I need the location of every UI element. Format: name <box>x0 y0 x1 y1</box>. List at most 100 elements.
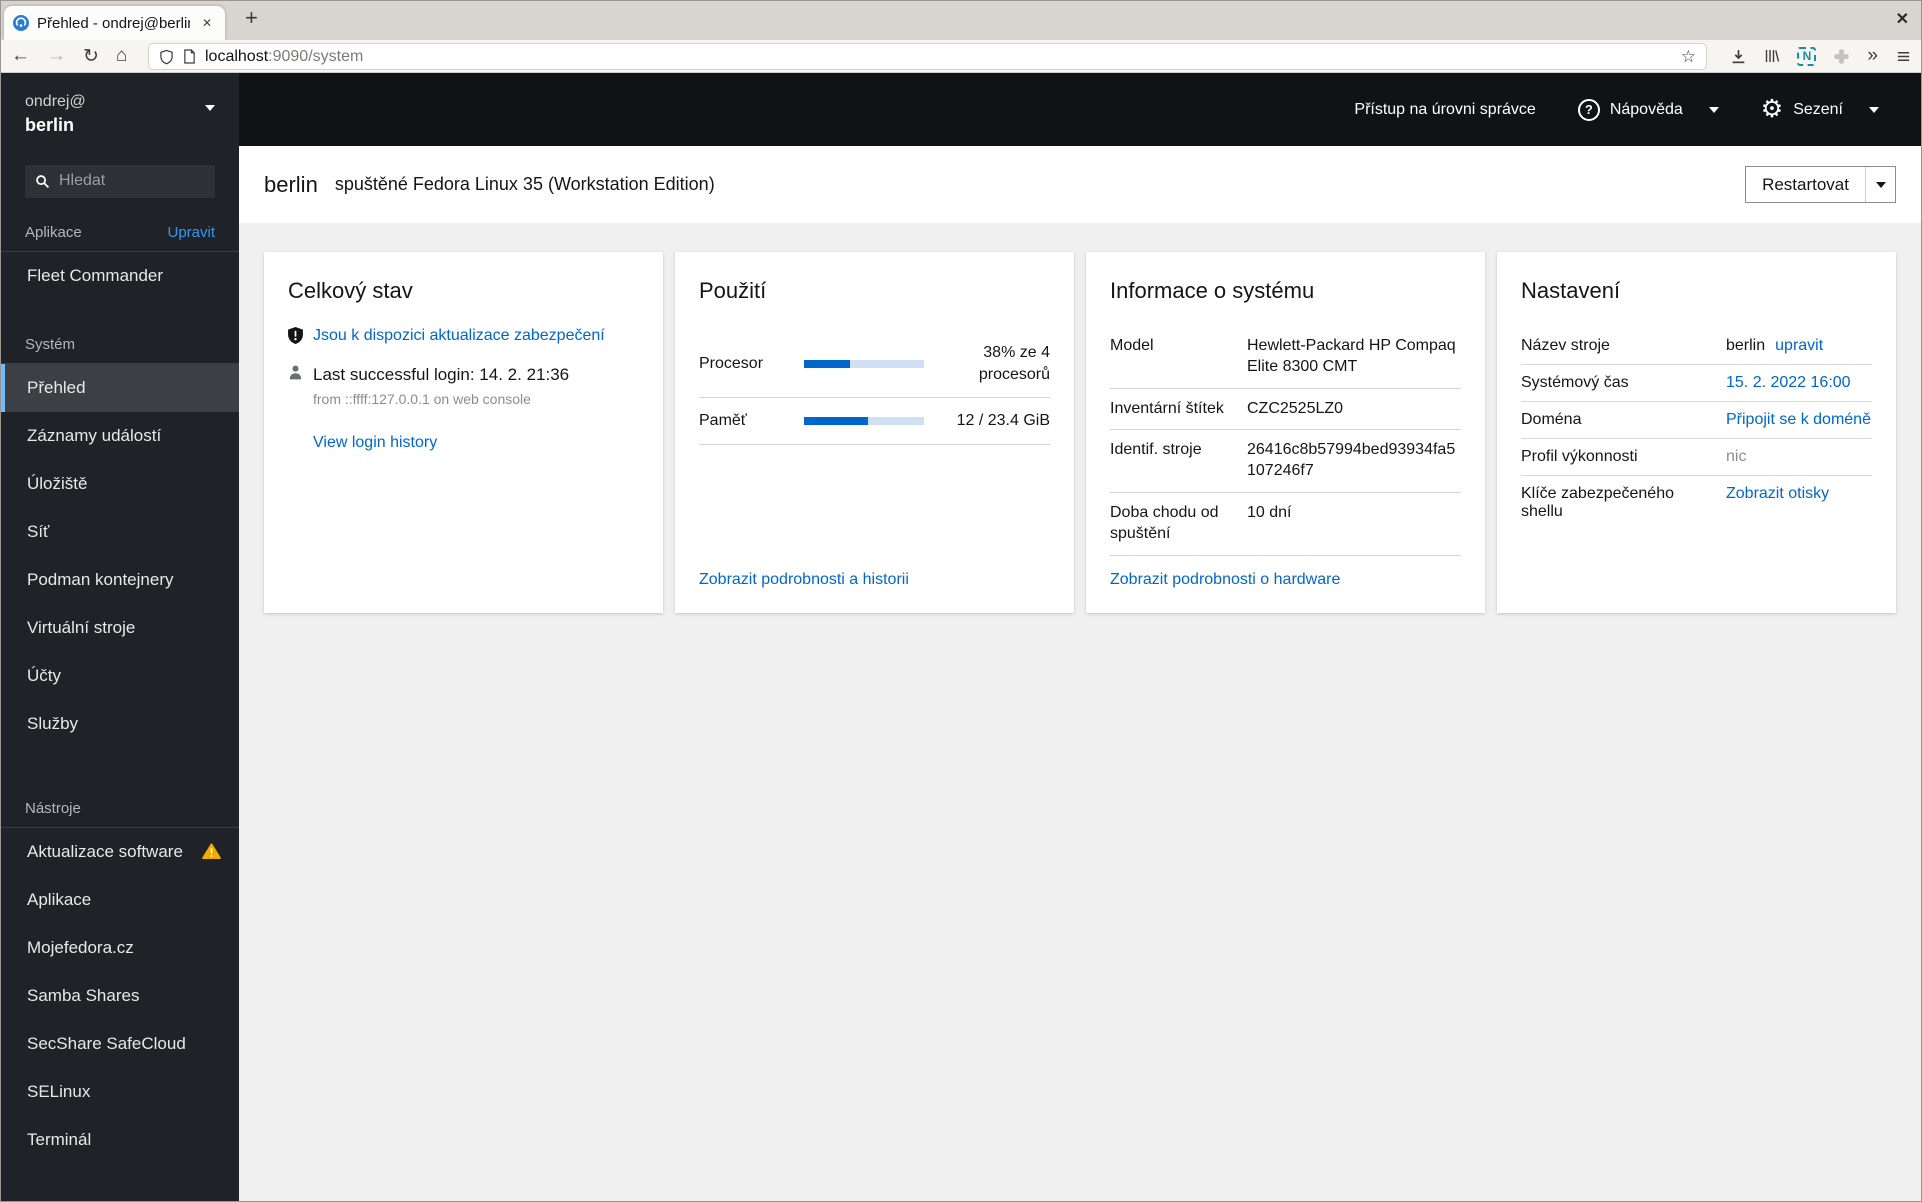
machine-id-row: Identif. stroje 26416c8b57994bed93934fa5… <box>1110 430 1461 493</box>
sidebar-item-label: Mojefedora.cz <box>27 937 134 957</box>
sidebar-item-label: Síť <box>27 521 50 541</box>
sidebar-item-virtualni-stroje[interactable]: Virtuální stroje <box>1 604 239 652</box>
browser-titlebar: Přehled - ondrej@berlin ✕ + ✕ <box>1 1 1921 40</box>
bookmark-star-icon[interactable]: ☆ <box>1681 47 1696 67</box>
cpu-progress-bar <box>804 359 924 368</box>
memory-label: Paměť <box>699 411 747 429</box>
sidebar-item-aplikace[interactable]: Aplikace <box>1 876 239 924</box>
sidebar-item-label: Účty <box>27 665 61 685</box>
security-updates-link[interactable]: Jsou k dispozici aktualizace zabezpečení <box>313 326 605 347</box>
sidebar-item-label: Záznamy událostí <box>27 425 162 445</box>
session-menu[interactable]: ⚙ Sezení <box>1761 97 1879 122</box>
sidebar-section-nastroje: Nástroje Aktualizace software Aplikace M… <box>1 800 239 1164</box>
sidebar-item-label: Virtuální stroje <box>27 617 136 637</box>
usage-details-link[interactable]: Zobrazit podrobnosti a historii <box>699 571 1050 589</box>
chevron-down-icon <box>1869 106 1879 113</box>
tab-title: Přehled - ondrej@berlin <box>37 14 190 32</box>
sidebar-item-samba-shares[interactable]: Samba Shares <box>1 972 239 1020</box>
chevron-down-icon <box>1708 106 1719 113</box>
sidebar-item-selinux[interactable]: SELinux <box>1 1068 239 1116</box>
show-fingerprints-link[interactable]: Zobrazit otisky <box>1726 485 1829 503</box>
edit-hostname-link[interactable]: upravit <box>1775 337 1823 355</box>
chevron-down-icon <box>205 105 215 111</box>
admin-access-button[interactable]: Přístup na úrovni správce <box>1354 101 1535 119</box>
system-time-link[interactable]: 15. 2. 2022 16:00 <box>1726 374 1851 392</box>
join-domain-link[interactable]: Připojit se k doméně <box>1726 411 1871 429</box>
edit-apps-link[interactable]: Upravit <box>167 224 215 241</box>
sidebar-section-system: Systém Přehled Záznamy událostí Úložiště… <box>1 336 239 748</box>
back-button[interactable]: ← <box>11 45 30 67</box>
overflow-chevrons-icon[interactable]: » <box>1867 45 1878 67</box>
sidebar-item-label: Přehled <box>27 377 86 397</box>
domain-row: Doména Připojit se k doméně <box>1521 402 1872 439</box>
hardware-details-link[interactable]: Zobrazit podrobnosti o hardware <box>1110 571 1461 589</box>
extensions-puzzle-icon[interactable] <box>1833 48 1850 65</box>
login-source-text: from ::ffff:127.0.0.1 on web console <box>313 390 531 407</box>
url-text: localhost:9090/system <box>205 47 364 65</box>
shield-exclamation-icon <box>288 327 303 344</box>
sidebar-item-mojefedora[interactable]: Mojefedora.cz <box>1 924 239 972</box>
sidebar-item-label: Samba Shares <box>27 985 140 1005</box>
sidebar-item-label: Aktualizace software <box>27 841 183 861</box>
sidebar-item-prehled[interactable]: Přehled <box>1 363 239 412</box>
sidebar-item-terminal[interactable]: Terminál <box>1 1116 239 1164</box>
url-bar[interactable]: localhost:9090/system ☆ <box>148 43 1707 70</box>
card-title: Nastavení <box>1521 278 1621 303</box>
last-login-text: Last successful login: 14. 2. 21:36 <box>313 364 570 384</box>
sidebar-item-secshare-safecloud[interactable]: SecShare SafeCloud <box>1 1020 239 1068</box>
page-info-icon[interactable] <box>183 49 196 64</box>
restart-dropdown-toggle[interactable] <box>1865 167 1895 202</box>
extension-badge-icon[interactable]: N <box>1797 46 1817 66</box>
forward-button[interactable]: → <box>47 45 66 67</box>
sidebar-search[interactable] <box>25 164 215 198</box>
browser-window: Přehled - ondrej@berlin ✕ + ✕ ← → ↻ ⌂ lo… <box>0 0 1922 1202</box>
memory-progress-bar <box>804 416 924 425</box>
sidebar-section-aplikace: Aplikace Upravit Fleet Commander <box>1 224 239 300</box>
memory-value: 12 / 23.4 GiB <box>956 412 1050 430</box>
sidebar-item-zaznamy-udalosti[interactable]: Záznamy událostí <box>1 412 239 460</box>
model-row: Model Hewlett-Packard HP Compaq Elite 83… <box>1110 326 1461 389</box>
help-menu[interactable]: ? Nápověda <box>1577 98 1719 121</box>
home-button[interactable]: ⌂ <box>116 45 127 67</box>
library-icon[interactable] <box>1764 48 1780 64</box>
sidebar-item-fleet-commander[interactable]: Fleet Commander <box>1 252 239 300</box>
sidebar-item-aktualizace-software[interactable]: Aktualizace software <box>1 828 239 876</box>
section-label: Aplikace <box>25 223 82 241</box>
section-label: Nástroje <box>25 799 81 817</box>
page-title: berlin <box>264 171 318 197</box>
browser-tab[interactable]: Přehled - ondrej@berlin ✕ <box>4 6 225 40</box>
tab-close-icon[interactable]: ✕ <box>198 14 216 32</box>
chevron-down-icon <box>1875 181 1886 188</box>
browser-toolbar: ← → ↻ ⌂ localhost:9090/system ☆ N » <box>1 40 1921 73</box>
reload-button[interactable]: ↻ <box>83 45 99 68</box>
usage-card: Použití Procesor 38% ze 4 procesorů Pamě… <box>675 252 1074 613</box>
sidebar-item-label: SecShare SafeCloud <box>27 1033 186 1053</box>
sidebar-item-ucty[interactable]: Účty <box>1 652 239 700</box>
host-name: berlin <box>25 114 75 135</box>
help-label: Nápověda <box>1609 100 1683 118</box>
sidebar-item-sluzby[interactable]: Služby <box>1 700 239 748</box>
section-label: Systém <box>25 335 76 353</box>
sidebar-item-uloziste[interactable]: Úložiště <box>1 460 239 508</box>
tracking-shield-icon[interactable] <box>159 49 174 65</box>
restart-split-button[interactable]: Restartovat <box>1745 166 1896 203</box>
menu-hamburger-icon[interactable] <box>1895 49 1912 64</box>
card-title: Informace o systému <box>1110 278 1315 303</box>
search-icon <box>35 174 50 189</box>
sidebar-item-podman-kontejnery[interactable]: Podman kontejnery <box>1 556 239 604</box>
gear-icon: ⚙ <box>1760 95 1784 123</box>
asset-tag-row: Inventární štítek CZC2525LZ0 <box>1110 389 1461 431</box>
session-label: Sezení <box>1793 100 1843 118</box>
login-history-link[interactable]: View login history <box>313 434 639 452</box>
system-state-text: spuštěné Fedora Linux 35 (Workstation Ed… <box>334 174 715 194</box>
health-card: Celkový stav Jsou k dispozici aktualizac… <box>264 252 663 613</box>
new-tab-button[interactable]: + <box>239 5 264 31</box>
downloads-icon[interactable] <box>1730 48 1747 65</box>
window-close-button[interactable]: ✕ <box>1896 9 1909 29</box>
restart-button[interactable]: Restartovat <box>1746 167 1865 202</box>
host-selector[interactable]: ondrej@ berlin <box>1 73 239 137</box>
cpu-value: 38% ze 4 procesorů <box>978 344 1050 383</box>
search-input[interactable] <box>59 172 179 191</box>
cockpit-favicon-icon <box>13 15 29 31</box>
sidebar-item-sit[interactable]: Síť <box>1 508 239 556</box>
